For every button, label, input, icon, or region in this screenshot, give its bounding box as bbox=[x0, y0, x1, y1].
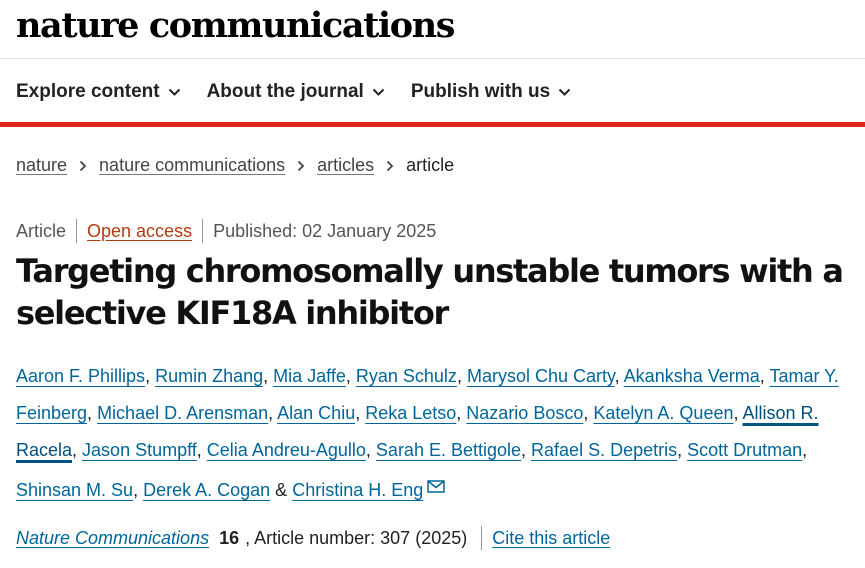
author-link[interactable]: Nazario Bosco bbox=[466, 403, 583, 423]
meta-divider bbox=[202, 219, 204, 243]
nav-about-the-journal[interactable]: About the journal bbox=[207, 80, 385, 104]
main-nav: Explore content About the journal Publis… bbox=[16, 80, 571, 104]
author-link[interactable]: Akanksha Verma bbox=[624, 366, 760, 386]
author-link[interactable]: Derek A. Cogan bbox=[143, 480, 270, 500]
author-link[interactable]: Ryan Schulz bbox=[356, 366, 457, 386]
author-link[interactable]: Celia Andreu-Agullo bbox=[207, 440, 366, 460]
breadcrumb-item-current: article bbox=[406, 155, 455, 175]
nav-label: Explore content bbox=[16, 81, 160, 102]
author-link[interactable]: Katelyn A. Queen bbox=[593, 403, 733, 423]
breadcrumb-item-nature[interactable]: nature bbox=[16, 155, 67, 176]
author-list: Aaron F. Phillips, Rumin Zhang, Mia Jaff… bbox=[16, 358, 854, 509]
cite-this-article-link[interactable]: Cite this article bbox=[492, 528, 610, 549]
mail-icon[interactable] bbox=[427, 469, 446, 506]
chevron-down-icon bbox=[372, 88, 385, 97]
author-link[interactable]: Rumin Zhang bbox=[155, 366, 263, 386]
breadcrumb-item-nature-communications[interactable]: nature communications bbox=[99, 155, 285, 176]
site-logo[interactable]: nature communications bbox=[16, 6, 455, 46]
author-link[interactable]: Christina H. Eng bbox=[292, 480, 423, 500]
open-access-link[interactable]: Open access bbox=[87, 221, 192, 242]
breadcrumb: nature nature communications articles ar… bbox=[16, 155, 454, 176]
chevron-right-icon bbox=[79, 160, 87, 172]
author-link[interactable]: Sarah E. Bettigole bbox=[376, 440, 521, 460]
citation-line: Nature Communications 16 , Article numbe… bbox=[16, 526, 610, 550]
breadcrumb-item-articles[interactable]: articles bbox=[317, 155, 374, 176]
author-link[interactable]: Rafael S. Depetris bbox=[531, 440, 677, 460]
chevron-down-icon bbox=[558, 88, 571, 97]
citation-divider bbox=[481, 526, 483, 550]
nav-label: About the journal bbox=[206, 81, 364, 102]
article-meta: Article Open access Published: 02 Januar… bbox=[16, 219, 436, 243]
author-link[interactable]: Aaron F. Phillips bbox=[16, 366, 145, 386]
author-ampersand: & bbox=[275, 480, 288, 500]
author-link[interactable]: Marysol Chu Carty bbox=[467, 366, 615, 386]
author-link[interactable]: Mia Jaffe bbox=[273, 366, 346, 386]
article-type: Article bbox=[16, 220, 67, 241]
author-link[interactable]: Alan Chiu bbox=[277, 403, 355, 423]
chevron-right-icon bbox=[297, 160, 305, 172]
accent-rule bbox=[0, 122, 865, 127]
volume-number: 16 bbox=[219, 527, 240, 548]
author-link[interactable]: Reka Letso bbox=[365, 403, 456, 423]
article-title: Targeting chromosomally unstable tumors … bbox=[16, 252, 844, 332]
journal-link[interactable]: Nature Communications bbox=[16, 528, 209, 549]
chevron-right-icon bbox=[386, 160, 394, 172]
nav-explore-content[interactable]: Explore content bbox=[16, 80, 181, 104]
author-link[interactable]: Jason Stumpff bbox=[82, 440, 197, 460]
article-number: , Article number: 307 (2025) bbox=[245, 527, 468, 548]
published-date: Published: 02 January 2025 bbox=[213, 220, 437, 241]
author-link[interactable]: Michael D. Arensman bbox=[97, 403, 268, 423]
header-divider bbox=[0, 58, 865, 59]
author-link[interactable]: Scott Drutman bbox=[687, 440, 802, 460]
nav-publish-with-us[interactable]: Publish with us bbox=[411, 80, 571, 104]
chevron-down-icon bbox=[168, 88, 181, 97]
meta-divider bbox=[76, 219, 78, 243]
author-link[interactable]: Shinsan M. Su bbox=[16, 480, 133, 500]
nav-label: Publish with us bbox=[410, 81, 551, 102]
